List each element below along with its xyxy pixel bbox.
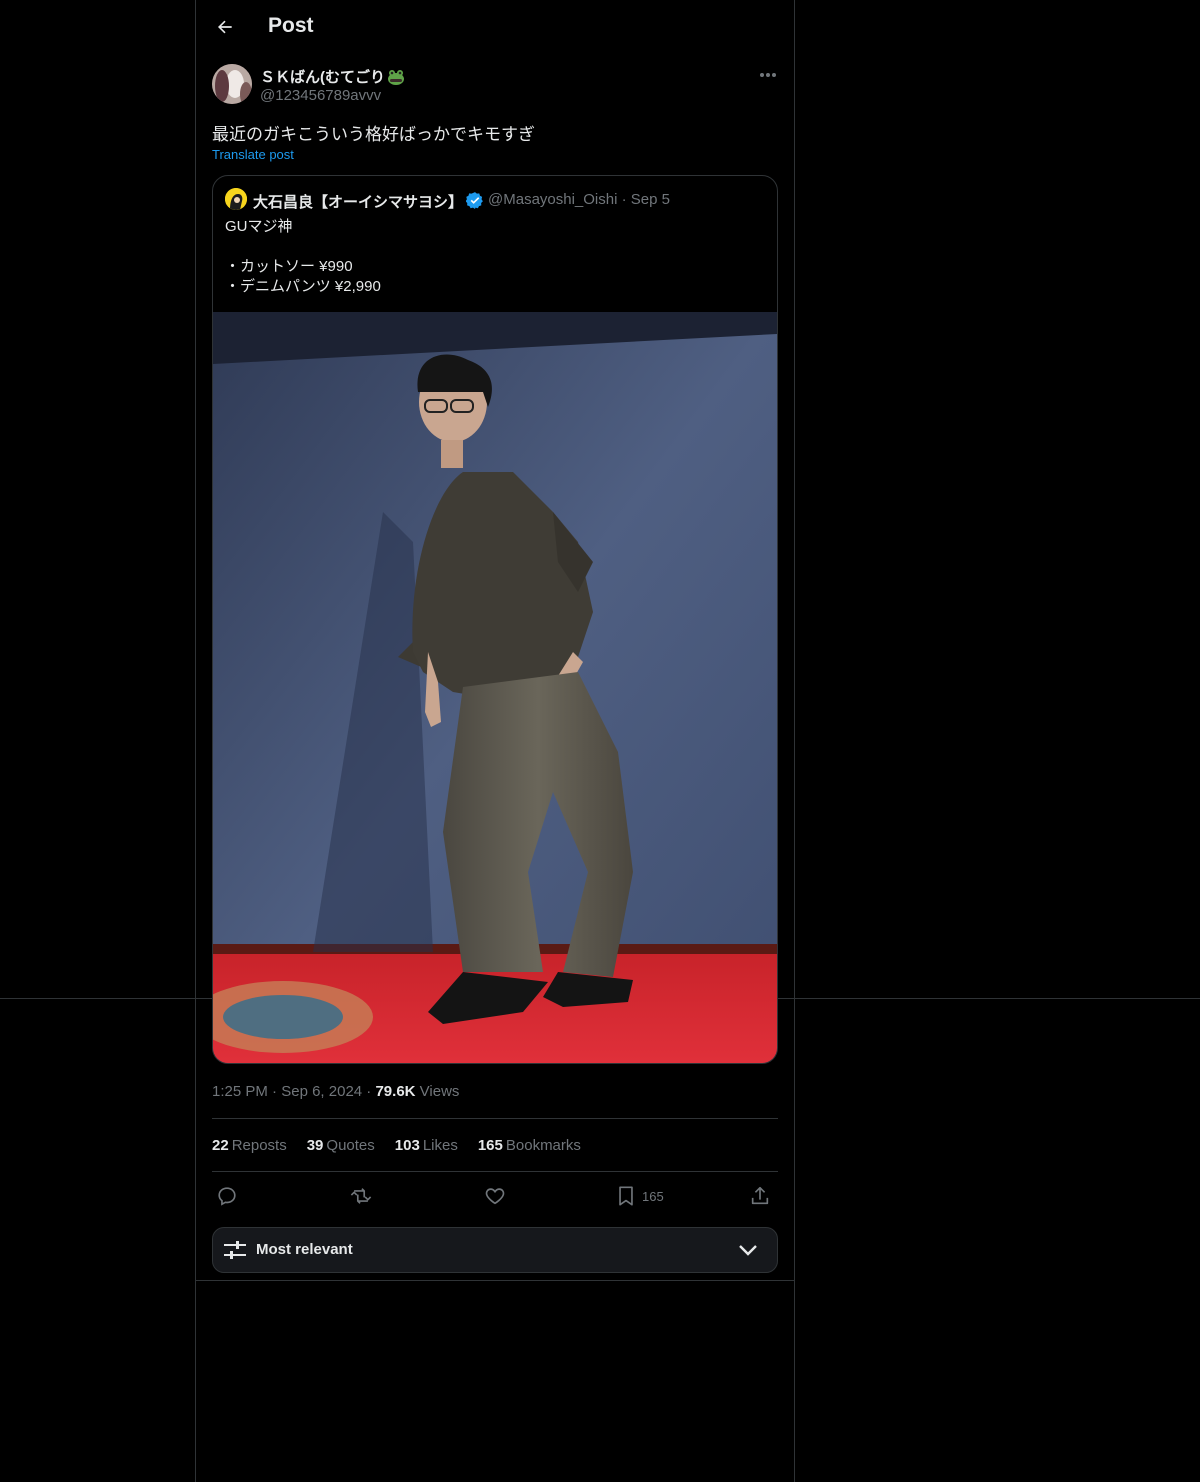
post-text: 最近のガキこういう格好ばっかでキモすぎ xyxy=(212,125,535,144)
quote-text-line: ・カットソー ¥990 xyxy=(225,258,353,275)
quote-handle-date: @Masayoshi_Oishi · Sep 5 xyxy=(488,191,670,208)
heart-icon xyxy=(485,1188,505,1205)
arrow-left-icon xyxy=(218,20,232,34)
dot-separator: · xyxy=(272,1083,282,1100)
frog-emoji-icon xyxy=(388,69,404,85)
reposts-count: 22 xyxy=(212,1137,229,1154)
like-button[interactable] xyxy=(484,1182,506,1210)
quote-photo[interactable] xyxy=(213,312,777,1063)
more-options-button[interactable] xyxy=(754,64,782,86)
avatar-image xyxy=(212,64,252,104)
reply-icon xyxy=(218,1187,236,1206)
quote-author-handle: @Masayoshi_Oishi xyxy=(488,191,618,208)
reply-button[interactable] xyxy=(216,1182,238,1210)
share-button[interactable] xyxy=(749,1182,771,1210)
author-name[interactable]: ＳＫばん(むてごり xyxy=(260,66,405,87)
divider xyxy=(212,1118,778,1119)
engagement-stats: 22 Reposts 39 Quotes 103 Likes 165 Bookmarks xyxy=(212,1137,581,1154)
likes-stat[interactable]: 103 Likes xyxy=(395,1137,458,1154)
post-meta: 1:25 PM · Sep 6, 2024 · 79.6K Views xyxy=(212,1083,459,1100)
sliders-icon xyxy=(224,1241,246,1259)
translate-post-link[interactable]: Translate post xyxy=(212,147,294,162)
bookmarks-stat[interactable]: 165 Bookmarks xyxy=(478,1137,581,1154)
quote-text: GUマジ神 ・カットソー ¥990 ・デニムパンツ ¥2,990 xyxy=(225,217,381,297)
bookmark-count: 165 xyxy=(642,1188,664,1204)
quotes-label: Quotes xyxy=(326,1137,375,1154)
quote-avatar-image xyxy=(225,188,247,210)
quotes-stat[interactable]: 39 Quotes xyxy=(307,1137,375,1154)
post-date[interactable]: Sep 6, 2024 xyxy=(281,1083,362,1100)
views-label: Views xyxy=(419,1083,460,1100)
bookmark-icon xyxy=(619,1186,633,1206)
likes-label: Likes xyxy=(422,1137,458,1154)
quoted-post[interactable]: 大石昌良【オーイシマサヨシ】 @Masayoshi_Oishi · Sep 5 … xyxy=(212,175,778,1064)
more-horizontal-icon xyxy=(760,73,776,77)
avatar[interactable] xyxy=(212,64,252,104)
main-column: Post ＳＫばん(むてごり @123456789avvv 最近のガキこういう格… xyxy=(195,0,795,1482)
quote-text-line: ・デニムパンツ ¥2,990 xyxy=(225,278,381,295)
sort-label: Most relevant xyxy=(256,1241,353,1258)
dot-separator: · xyxy=(621,191,631,208)
quotes-count: 39 xyxy=(306,1137,324,1154)
post-time[interactable]: 1:25 PM xyxy=(212,1083,268,1100)
page-title: Post xyxy=(268,14,314,37)
divider xyxy=(196,1280,794,1281)
back-button[interactable] xyxy=(208,10,242,44)
verified-badge-icon xyxy=(466,192,483,209)
likes-count: 103 xyxy=(394,1137,420,1154)
repost-icon xyxy=(350,1188,372,1204)
quote-text-line xyxy=(225,237,381,257)
divider xyxy=(212,1171,778,1172)
author-handle[interactable]: @123456789avvv xyxy=(260,87,381,104)
chevron-down-icon xyxy=(739,1245,757,1256)
author-name-text: ＳＫばん(むてごり xyxy=(260,69,385,86)
quote-date: Sep 5 xyxy=(630,191,670,208)
action-bar: 165 xyxy=(212,1182,778,1210)
repost-button[interactable] xyxy=(350,1182,372,1210)
reposts-stat[interactable]: 22 Reposts xyxy=(212,1137,287,1154)
reposts-label: Reposts xyxy=(231,1137,287,1154)
bookmark-button[interactable]: 165 xyxy=(616,1182,664,1210)
share-icon xyxy=(751,1186,769,1205)
bookmarks-label: Bookmarks xyxy=(505,1137,581,1154)
quote-author-name: 大石昌良【オーイシマサヨシ】 xyxy=(253,194,464,211)
quote-avatar xyxy=(225,188,247,210)
sort-replies-dropdown[interactable]: Most relevant xyxy=(212,1227,778,1273)
bookmarks-count: 165 xyxy=(477,1137,503,1154)
page-header: Post xyxy=(196,0,794,54)
quote-text-line: GUマジ神 xyxy=(225,218,293,235)
views-count: 79.6K xyxy=(375,1083,416,1100)
